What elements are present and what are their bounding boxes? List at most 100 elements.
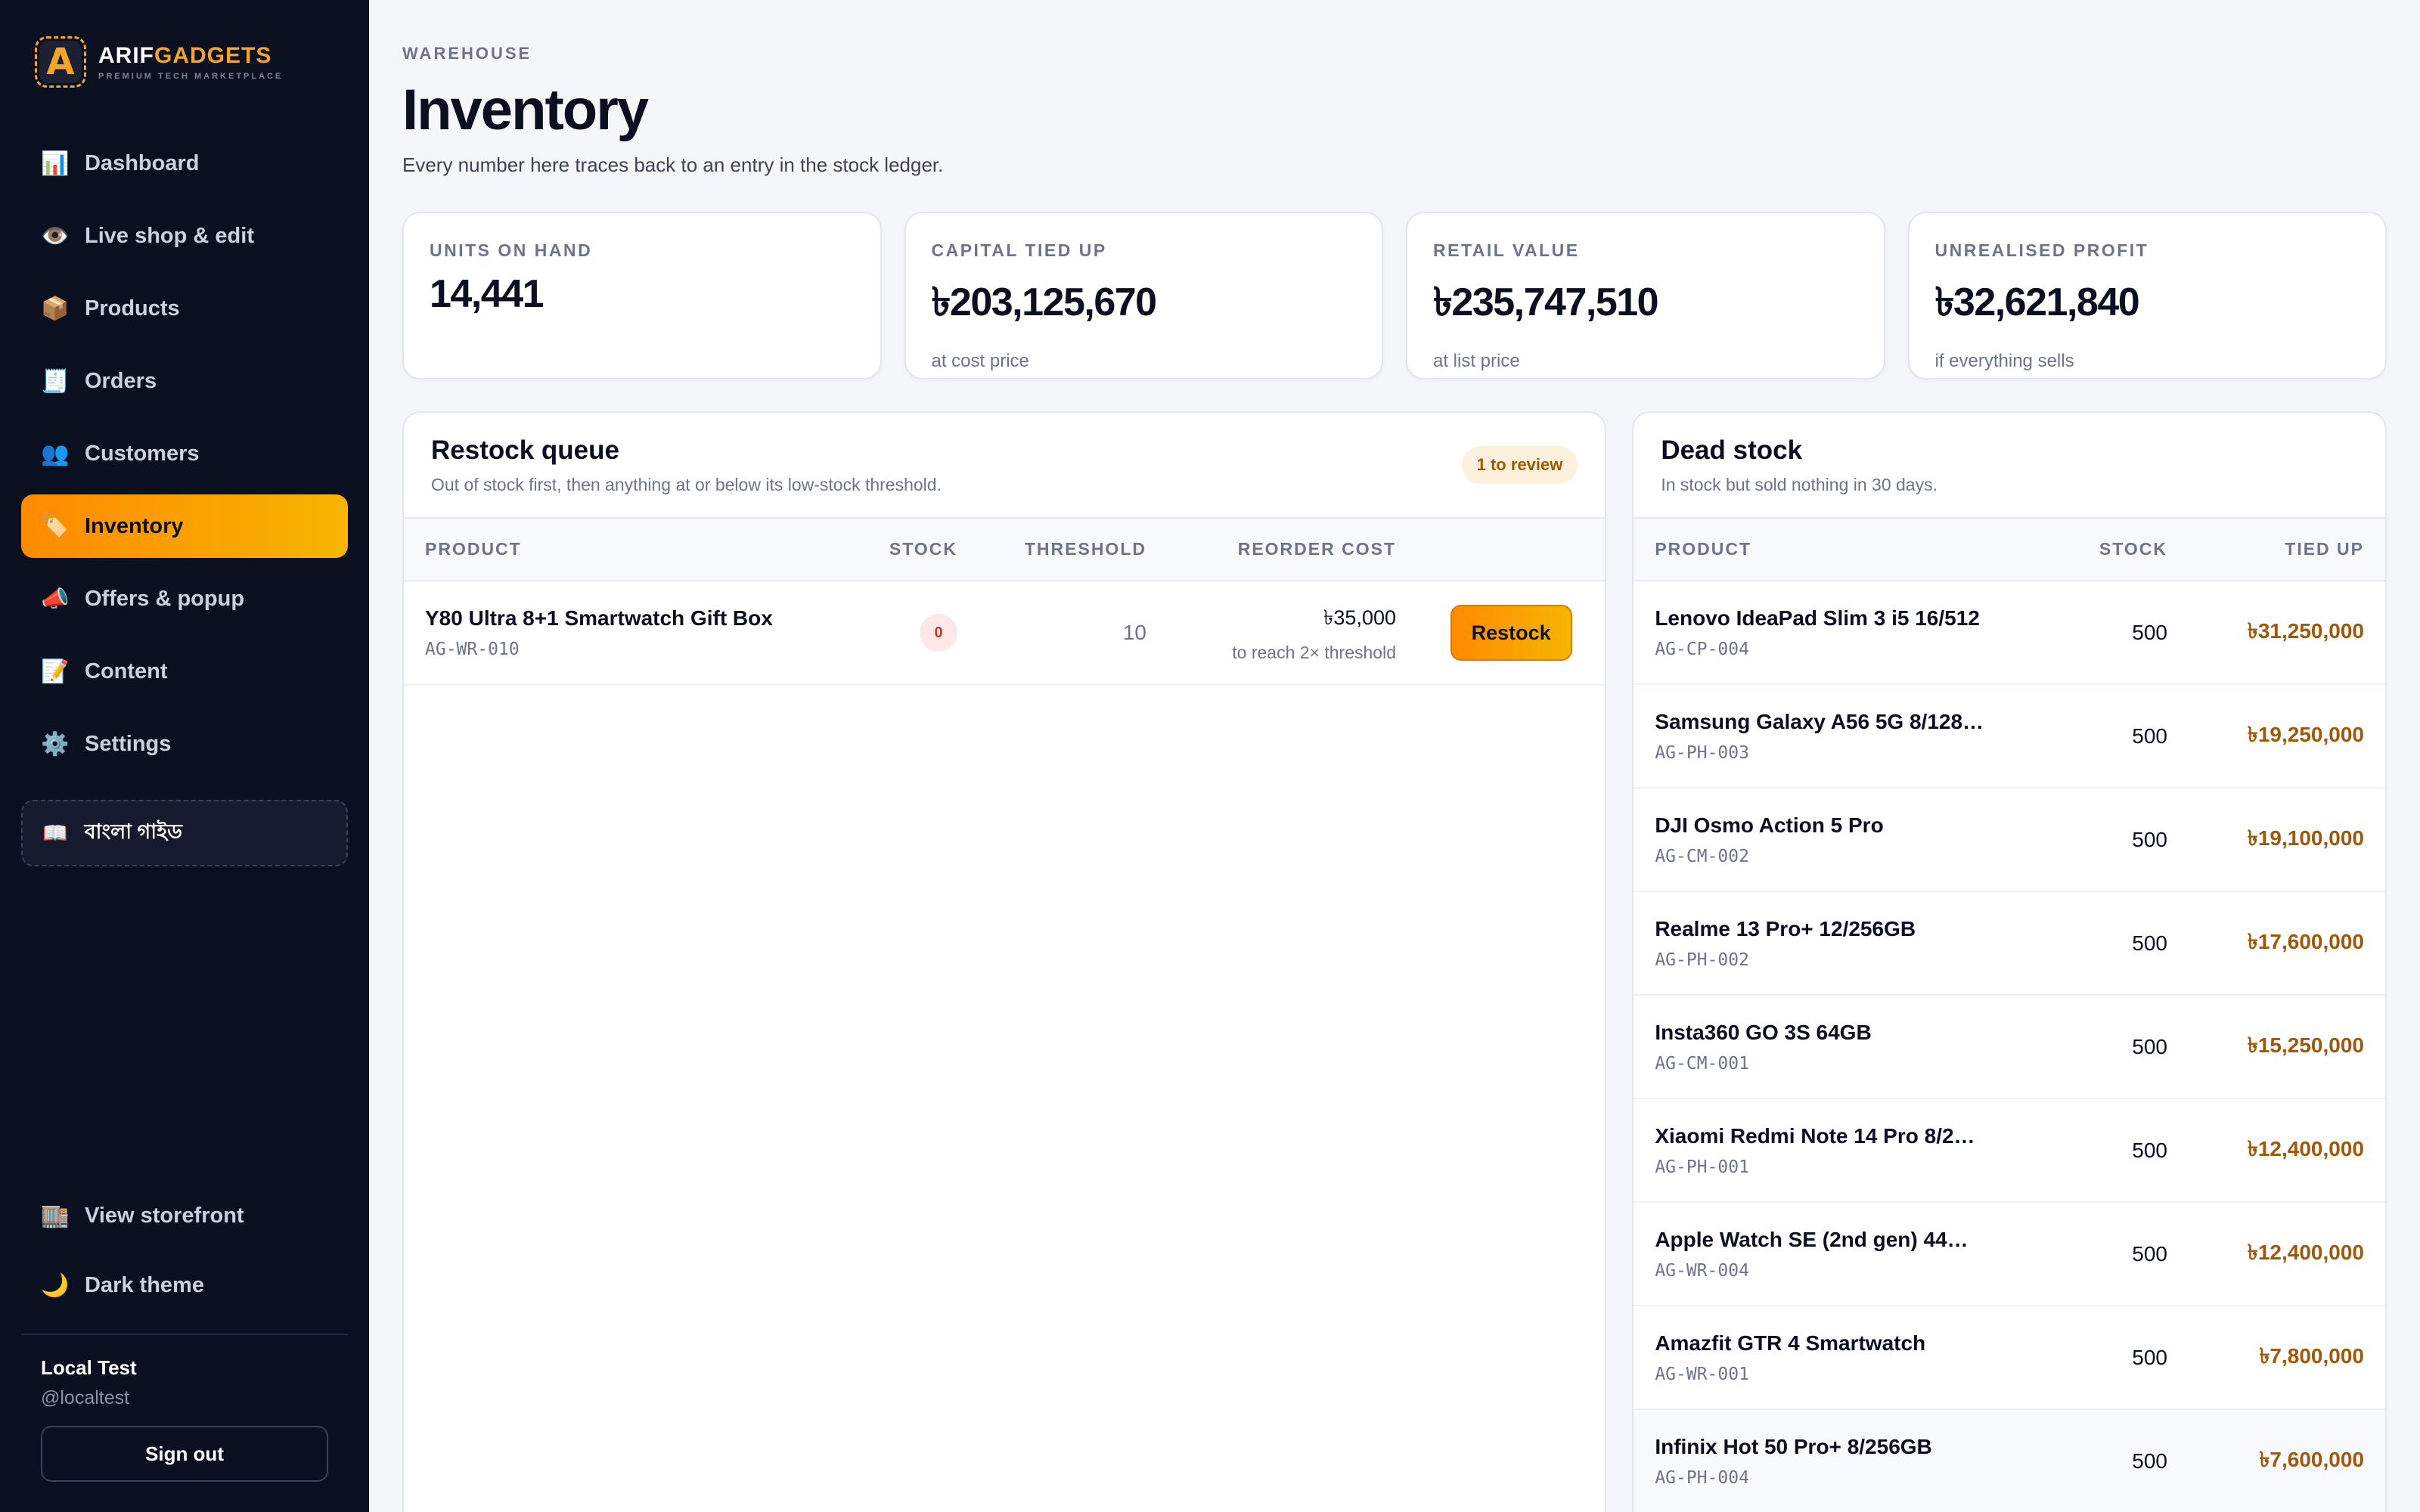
- restock-title: Restock queue: [431, 435, 619, 465]
- table-row[interactable]: Realme 13 Pro+ 12/256GB AG-PH-002 500 ৳17,6…: [1634, 891, 2385, 996]
- product-name: Insta360 GO 3S 64GB: [1655, 1020, 1872, 1044]
- eye-icon: 👁️: [41, 223, 70, 249]
- product-name: Samsung Galaxy A56 5G 8/128…: [1655, 709, 1984, 733]
- table-row[interactable]: DJI Osmo Action 5 Pro AG-CM-002 500 ৳19,100…: [1634, 788, 2385, 892]
- bangla-guide-button[interactable]: 📖 বাংলা গাইড: [21, 800, 348, 866]
- sidebar-item-label: Content: [85, 658, 168, 683]
- stock-cell: 0: [858, 581, 979, 686]
- megaphone-icon: 📣: [41, 586, 70, 612]
- tied-up-value: ৳19,250,000: [2247, 723, 2364, 746]
- main-content: WAREHOUSE Inventory Every number here tr…: [369, 0, 2420, 1512]
- stock-cell: 500: [2052, 1098, 2189, 1203]
- reorder-cost: ৳35,000: [1323, 606, 1396, 629]
- view-storefront-link[interactable]: 🏬 View storefront: [21, 1181, 348, 1250]
- dark-theme-toggle[interactable]: 🌙 Dark theme: [21, 1250, 348, 1320]
- receipt-icon: 🧾: [41, 368, 70, 394]
- table-row[interactable]: Apple Watch SE (2nd gen) 44… AG-WR-004 500…: [1634, 1202, 2385, 1306]
- threshold-cell: 10: [979, 581, 1168, 686]
- stock-value: 500: [2132, 1448, 2167, 1473]
- sidebar-item-dashboard[interactable]: 📊 Dashboard: [21, 132, 348, 195]
- restock-queue-panel: Restock queue Out of stock first, then a…: [402, 411, 1607, 1512]
- bangla-guide-label: বাংলা গাইড: [84, 820, 182, 843]
- sidebar-item-label: Inventory: [85, 513, 184, 538]
- review-count-badge: 1 to review: [1461, 446, 1578, 484]
- sidebar-item-offers-popup[interactable]: 📣 Offers & popup: [21, 567, 348, 631]
- product-cell: Infinix Hot 50 Pro+ 8/256GB AG-PH-004: [1634, 1409, 2052, 1512]
- reorder-cost-cell: ৳35,000 to reach 2× threshold: [1168, 581, 1417, 686]
- tied-up-value: ৳12,400,000: [2247, 1137, 2364, 1160]
- tied-up-value: ৳12,400,000: [2247, 1241, 2364, 1264]
- moon-icon: 🌙: [41, 1272, 70, 1298]
- stat-note: at cost price: [931, 351, 1029, 371]
- col-action: [1417, 519, 1606, 581]
- sidebar-item-products[interactable]: 📦 Products: [21, 277, 348, 340]
- dead-stock-title: Dead stock: [1661, 435, 1803, 465]
- tied-up-cell: ৳15,250,000: [2189, 995, 2385, 1099]
- tied-up-value: ৳7,800,000: [2259, 1344, 2364, 1368]
- sidebar-item-label: Live shop & edit: [85, 223, 254, 248]
- logo-letter: A: [39, 41, 82, 83]
- stat-card: RETAIL VALUE ৳235,747,510 at list price: [1406, 212, 1885, 380]
- brand[interactable]: A ARIFGADGETS PREMIUM TECH MARKETPLACE: [21, 36, 348, 88]
- page-subtitle: Every number here traces back to an entr…: [402, 153, 944, 176]
- sidebar-item-inventory[interactable]: 🏷️ Inventory: [21, 494, 348, 558]
- sidebar-item-live-shop-edit[interactable]: 👁️ Live shop & edit: [21, 204, 348, 268]
- tied-up-value: ৳15,250,000: [2247, 1033, 2364, 1057]
- product-cell: Lenovo IdeaPad Slim 3 i5 16/512 AG-CP-004: [1634, 581, 2052, 685]
- users-icon: 👥: [41, 441, 70, 466]
- product-cell: Insta360 GO 3S 64GB AG-CM-001: [1634, 995, 2052, 1099]
- sidebar-item-label: Dashboard: [85, 150, 200, 175]
- product-cell: Realme 13 Pro+ 12/256GB AG-PH-002: [1634, 891, 2052, 996]
- view-storefront-label: View storefront: [85, 1203, 244, 1228]
- restock-table: PRODUCT STOCK THRESHOLD REORDER COST Y80…: [404, 519, 1606, 686]
- product-name: Lenovo IdeaPad Slim 3 i5 16/512: [1655, 606, 1980, 630]
- stat-value: ৳203,125,670: [931, 280, 1158, 324]
- table-row[interactable]: Xiaomi Redmi Note 14 Pro 8/2… AG-PH-001 50…: [1634, 1098, 2385, 1203]
- tied-up-cell: ৳31,250,000: [2189, 581, 2385, 685]
- stat-label: UNREALISED PROFIT: [1934, 240, 2149, 260]
- table-row[interactable]: Insta360 GO 3S 64GB AG-CM-001 500 ৳15,250,0…: [1634, 995, 2385, 1099]
- brand-tagline: PREMIUM TECH MARKETPLACE: [98, 72, 284, 81]
- stock-cell: 500: [2052, 684, 2189, 789]
- tied-up-value: ৳19,100,000: [2247, 826, 2364, 850]
- product-cell: Xiaomi Redmi Note 14 Pro 8/2… AG-PH-001: [1634, 1098, 2052, 1203]
- sidebar-item-settings[interactable]: ⚙️ Settings: [21, 712, 348, 776]
- table-row[interactable]: Samsung Galaxy A56 5G 8/128… AG-PH-003 500…: [1634, 684, 2385, 789]
- product-sku: AG-PH-003: [1655, 742, 1749, 763]
- product-cell: Samsung Galaxy A56 5G 8/128… AG-PH-003: [1634, 684, 2052, 789]
- reorder-cost-note: to reach 2× threshold: [1232, 643, 1396, 662]
- tied-up-value: ৳31,250,000: [2247, 619, 2364, 643]
- sidebar-item-orders[interactable]: 🧾 Orders: [21, 349, 348, 413]
- product-sku: AG-WR-010: [425, 640, 520, 659]
- col-product: PRODUCT: [1634, 519, 2052, 581]
- table-row[interactable]: Infinix Hot 50 Pro+ 8/256GB AG-PH-004 500 ৳…: [1634, 1409, 2385, 1512]
- stock-cell: 500: [2052, 581, 2189, 685]
- user-handle: @localtest: [41, 1387, 130, 1408]
- dead-stock-subtitle: In stock but sold nothing in 30 days.: [1661, 475, 1938, 494]
- restock-button[interactable]: Restock: [1450, 605, 1572, 661]
- stat-value: 14,441: [430, 272, 544, 316]
- tied-up-cell: ৳19,100,000: [2189, 788, 2385, 892]
- threshold-value: 10: [1122, 621, 1146, 644]
- table-row[interactable]: Lenovo IdeaPad Slim 3 i5 16/512 AG-CP-004…: [1634, 581, 2385, 685]
- user-name: Local Test: [41, 1356, 137, 1379]
- product-cell: Apple Watch SE (2nd gen) 44… AG-WR-004: [1634, 1202, 2052, 1306]
- stats-row: UNITS ON HAND 14,441 CAPITAL TIED UP ৳203,1…: [402, 212, 2387, 380]
- brand-name-part1: ARIF: [98, 43, 154, 68]
- stat-note: if everything sells: [1934, 351, 2074, 371]
- sidebar-item-label: Products: [85, 296, 180, 321]
- product-name: Xiaomi Redmi Note 14 Pro 8/2…: [1655, 1123, 1975, 1148]
- dead-stock-panel: Dead stock In stock but sold nothing in …: [1632, 411, 2387, 1512]
- stock-cell: 500: [2052, 891, 2189, 996]
- sidebar-item-label: Orders: [85, 368, 157, 393]
- product-sku: AG-WR-001: [1655, 1364, 1749, 1384]
- sign-out-button[interactable]: Sign out: [41, 1426, 328, 1482]
- tied-up-cell: ৳12,400,000: [2189, 1202, 2385, 1306]
- stat-card: CAPITAL TIED UP ৳203,125,670 at cost price: [904, 212, 1383, 380]
- stat-value: ৳235,747,510: [1433, 280, 1659, 324]
- sidebar-item-customers[interactable]: 👥 Customers: [21, 422, 348, 485]
- tied-up-cell: ৳19,250,000: [2189, 684, 2385, 789]
- table-row[interactable]: Amazfit GTR 4 Smartwatch AG-WR-001 500 ৳7,8…: [1634, 1306, 2385, 1410]
- sidebar-item-content[interactable]: 📝 Content: [21, 640, 348, 703]
- product-sku: AG-PH-004: [1655, 1467, 1749, 1488]
